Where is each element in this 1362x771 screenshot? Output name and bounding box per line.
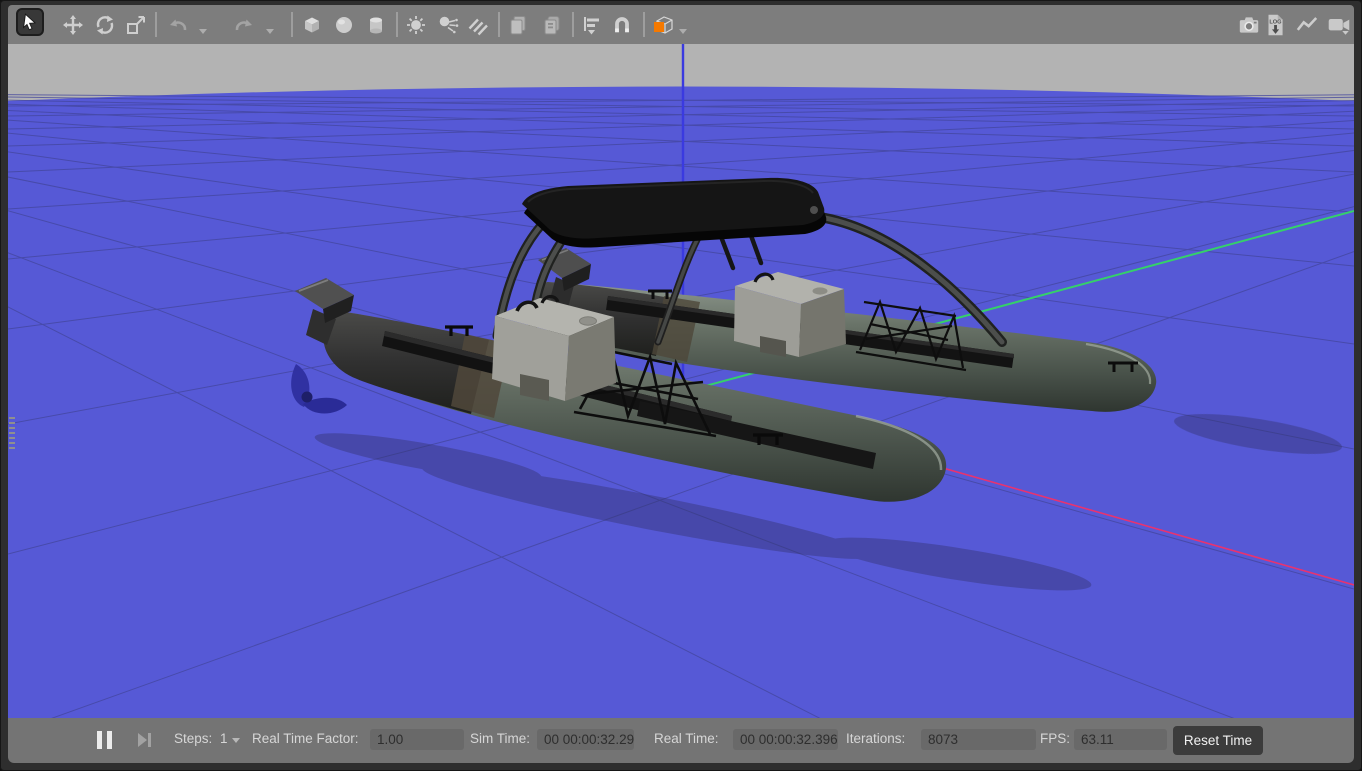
plot-button[interactable] — [1293, 11, 1321, 39]
scale-icon — [124, 13, 148, 37]
scale-tool-button[interactable] — [122, 11, 150, 39]
redo-history-dropdown[interactable] — [266, 29, 274, 34]
view-cube-icon — [650, 12, 676, 38]
redo-arrow-icon — [232, 13, 256, 37]
screenshot-button[interactable] — [1235, 11, 1263, 39]
cylinder-shape-icon — [364, 13, 388, 37]
rotate-tool-button[interactable] — [91, 11, 119, 39]
iterations-field[interactable]: 8073 — [921, 729, 1036, 750]
steps-dropdown-caret[interactable] — [232, 738, 240, 743]
magnet-icon — [610, 13, 634, 37]
toolbar-separator — [498, 12, 500, 37]
undo-button[interactable] — [164, 11, 192, 39]
redo-button[interactable] — [230, 11, 258, 39]
3d-viewport[interactable] — [8, 44, 1354, 718]
select-tool-button[interactable] — [16, 8, 44, 36]
copy-icon — [506, 13, 530, 37]
align-icon — [580, 13, 604, 37]
log-document-icon: LOG — [1262, 12, 1288, 38]
spot-light-icon — [436, 13, 460, 37]
toolbar-separator — [572, 12, 574, 37]
log-icon-label: LOG — [1269, 19, 1282, 25]
align-button[interactable] — [578, 11, 606, 39]
sphere-shape-icon — [332, 13, 356, 37]
real-time-field[interactable]: 00 00:00:32.396 — [733, 729, 838, 750]
view-angle-button[interactable] — [649, 11, 677, 39]
point-light-button[interactable] — [402, 11, 430, 39]
sim-time-field[interactable]: 00 00:00:32.292 — [537, 729, 634, 750]
insert-sphere-button[interactable] — [330, 11, 358, 39]
gazebo-window: LOG — [0, 0, 1362, 771]
real-time-label: Real Time: — [654, 731, 719, 746]
fps-field[interactable]: 63.11 — [1074, 729, 1167, 750]
video-record-button[interactable] — [1325, 11, 1353, 39]
spot-light-button[interactable] — [434, 11, 462, 39]
toolbar-separator — [155, 12, 157, 37]
real-time-factor-label: Real Time Factor: — [252, 731, 359, 746]
move-arrows-icon — [61, 13, 85, 37]
directional-light-icon — [466, 13, 490, 37]
sim-time-label: Sim Time: — [470, 731, 530, 746]
toolbar-separator — [396, 12, 398, 37]
paste-icon — [540, 13, 564, 37]
steps-label: Steps: — [174, 731, 212, 746]
step-icon — [138, 733, 147, 747]
left-splitter-grip[interactable] — [9, 417, 15, 451]
main-toolbar: LOG — [8, 5, 1354, 44]
translate-tool-button[interactable] — [59, 11, 87, 39]
scene-canvas — [8, 44, 1354, 718]
line-chart-icon — [1294, 12, 1320, 38]
reset-time-button[interactable]: Reset Time — [1173, 726, 1263, 755]
view-angle-dropdown[interactable] — [679, 29, 687, 34]
real-time-factor-field[interactable]: 1.00 — [370, 729, 464, 750]
insert-cylinder-button[interactable] — [362, 11, 390, 39]
cursor-arrow-icon — [19, 11, 41, 33]
video-camera-icon — [1326, 12, 1352, 38]
rotate-arrows-icon — [93, 13, 117, 37]
copy-button[interactable] — [504, 11, 532, 39]
box-shape-icon — [300, 13, 324, 37]
sun-light-icon — [404, 13, 428, 37]
fps-label: FPS: — [1040, 731, 1070, 746]
camera-icon — [1236, 12, 1262, 38]
undo-history-dropdown[interactable] — [199, 29, 207, 34]
pause-button[interactable] — [97, 731, 112, 749]
log-record-button[interactable]: LOG — [1261, 11, 1289, 39]
toolbar-separator — [643, 12, 645, 37]
paste-button[interactable] — [538, 11, 566, 39]
insert-box-button[interactable] — [298, 11, 326, 39]
simulation-statusbar: Steps: 1 Real Time Factor: 1.00 Sim Time… — [8, 718, 1354, 763]
directional-light-button[interactable] — [464, 11, 492, 39]
steps-value[interactable]: 1 — [220, 731, 228, 746]
snap-button[interactable] — [608, 11, 636, 39]
toolbar-separator — [291, 12, 293, 37]
undo-arrow-icon — [166, 13, 190, 37]
step-button[interactable] — [138, 732, 154, 748]
iterations-label: Iterations: — [846, 731, 905, 746]
